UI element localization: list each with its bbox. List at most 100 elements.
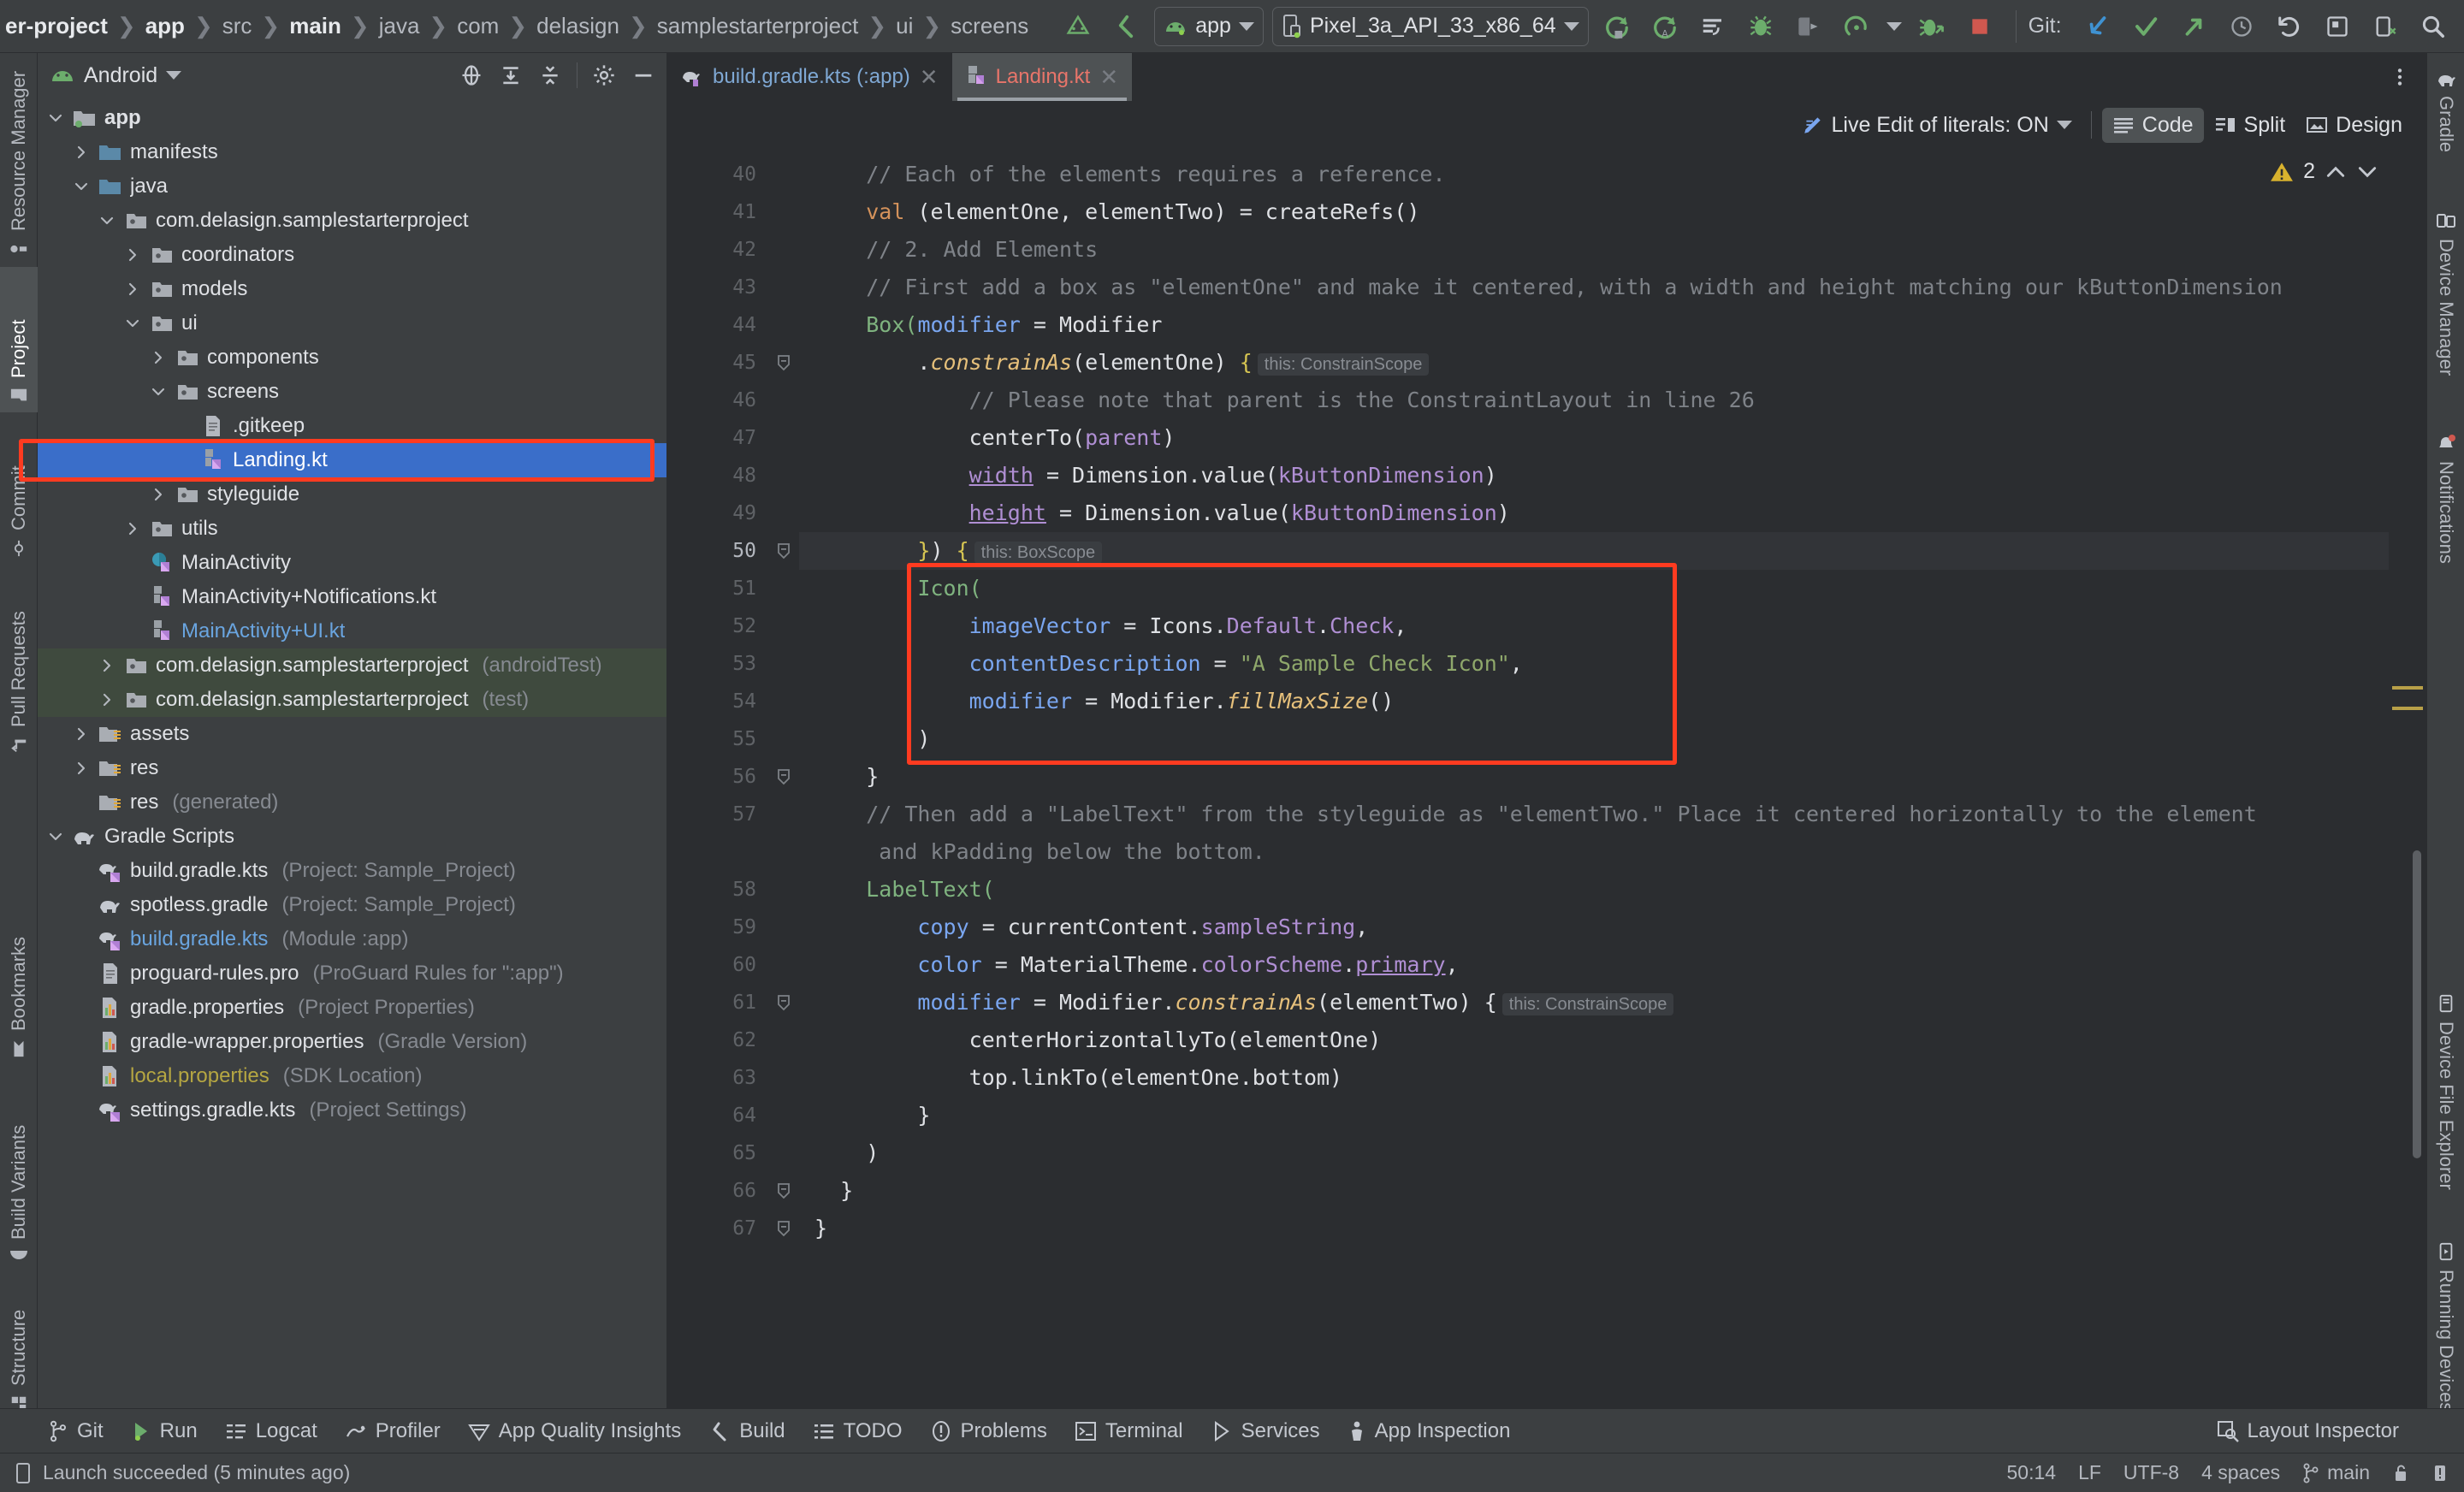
editor-scrollbar-thumb[interactable] bbox=[2413, 850, 2421, 1158]
tree-item[interactable]: gradle.properties (Project Properties) bbox=[38, 991, 666, 1025]
inspection-status-badge[interactable]: 2 bbox=[2270, 159, 2378, 184]
breadcrumb-item[interactable]: ui bbox=[896, 13, 913, 39]
git-push-icon[interactable] bbox=[2171, 4, 2216, 49]
code-fold-icon[interactable] bbox=[775, 994, 792, 1011]
code-line[interactable]: LabelText( bbox=[799, 871, 2426, 909]
search-icon[interactable] bbox=[2411, 4, 2455, 49]
chevron-right-icon[interactable] bbox=[98, 691, 116, 708]
chevron-right-icon[interactable] bbox=[149, 486, 168, 503]
tool-window-app-quality-insights[interactable]: App Quality Insights bbox=[454, 1409, 695, 1454]
debug-icon[interactable] bbox=[1738, 4, 1783, 49]
tree-item[interactable]: build.gradle.kts (Project: Sample_Project… bbox=[38, 854, 666, 888]
tree-item[interactable]: build.gradle.kts (Module :app) bbox=[38, 922, 666, 956]
tool-window-git[interactable]: Git bbox=[34, 1409, 117, 1454]
tree-item[interactable]: app bbox=[38, 101, 666, 135]
run-with-coverage-icon[interactable]: A bbox=[1643, 4, 1687, 49]
tool-window-terminal[interactable]: Terminal bbox=[1061, 1409, 1197, 1454]
sidebar-item-device-manager[interactable]: Device Manager bbox=[2427, 203, 2464, 425]
collapse-all-icon[interactable] bbox=[532, 57, 568, 93]
editor-tab-build-gradle[interactable]: build.gradle.kts (:app) ✕ bbox=[667, 53, 952, 101]
tree-item[interactable]: Gradle Scripts bbox=[38, 820, 666, 854]
code-line[interactable]: // Each of the elements requires a refer… bbox=[799, 156, 2426, 193]
code-line[interactable]: centerTo(parent) bbox=[799, 419, 2426, 457]
code-fold-icon[interactable] bbox=[775, 1220, 792, 1237]
sidebar-item-structure[interactable]: Structure bbox=[0, 1272, 38, 1422]
tree-item[interactable]: MainActivity+UI.kt bbox=[38, 614, 666, 648]
tool-window-layout-inspector[interactable]: Layout Inspector bbox=[2203, 1409, 2413, 1454]
chevron-down-icon[interactable] bbox=[1563, 21, 1579, 31]
tree-item[interactable]: com.delasign.samplestarterproject (androi… bbox=[38, 648, 666, 683]
breadcrumb-item[interactable]: samplestarterproject bbox=[657, 13, 859, 39]
tree-item[interactable]: .gitkeep bbox=[38, 409, 666, 443]
chevron-right-icon[interactable] bbox=[149, 349, 168, 366]
breadcrumb-item[interactable]: delasign bbox=[536, 13, 619, 39]
apply-changes-icon[interactable] bbox=[1691, 4, 1735, 49]
breadcrumb-item[interactable]: main bbox=[289, 13, 341, 39]
code-line[interactable]: height = Dimension.value(kButtonDimensio… bbox=[799, 494, 2426, 532]
code-line[interactable]: modifier = Modifier.constrainAs(elementT… bbox=[799, 984, 2426, 1021]
tool-window-services[interactable]: Services bbox=[1197, 1409, 1334, 1454]
code-line[interactable]: // First add a box as "elementOne" and m… bbox=[799, 269, 2426, 306]
chevron-down-icon[interactable] bbox=[1238, 21, 1254, 31]
tree-item[interactable]: MainActivity bbox=[38, 546, 666, 580]
sidebar-item-gradle[interactable]: Gradle bbox=[2427, 62, 2464, 203]
tree-item[interactable]: MainActivity+Notifications.kt bbox=[38, 580, 666, 614]
breadcrumb-item[interactable]: screens bbox=[951, 13, 1028, 39]
tab-code-view[interactable]: Code bbox=[2101, 107, 2204, 143]
tree-item[interactable]: models bbox=[38, 272, 666, 306]
chevron-down-icon[interactable] bbox=[149, 383, 168, 400]
breadcrumb-item[interactable]: java bbox=[379, 13, 420, 39]
tree-item[interactable]: coordinators bbox=[38, 238, 666, 272]
tree-item[interactable]: ui bbox=[38, 306, 666, 340]
sidebar-item-bookmarks[interactable]: Bookmarks bbox=[0, 887, 38, 1067]
chevron-down-icon[interactable] bbox=[72, 178, 91, 195]
tool-window-logcat[interactable]: Logcat bbox=[211, 1409, 331, 1454]
breadcrumb-item[interactable]: com bbox=[457, 13, 499, 39]
chevron-down-icon[interactable] bbox=[1882, 4, 1906, 49]
caret-position[interactable]: 50:14 bbox=[2007, 1461, 2057, 1484]
line-separator[interactable]: LF bbox=[2078, 1461, 2101, 1484]
chevron-down-icon[interactable] bbox=[123, 315, 142, 332]
attach-debugger-icon[interactable] bbox=[1786, 4, 1831, 49]
sidebar-item-notifications[interactable]: Notifications bbox=[2427, 425, 2464, 652]
tool-window-profiler[interactable]: Profiler bbox=[331, 1409, 454, 1454]
chevron-down-icon[interactable] bbox=[166, 71, 182, 80]
back-arrow-icon[interactable] bbox=[1104, 4, 1148, 49]
chevron-right-icon[interactable] bbox=[72, 725, 91, 743]
next-problem-icon[interactable] bbox=[2356, 163, 2378, 181]
code-line[interactable]: .constrainAs(elementOne) {this: Constrai… bbox=[799, 344, 2426, 382]
code-line[interactable]: top.linkTo(elementOne.bottom) bbox=[799, 1059, 2426, 1097]
chevron-right-icon[interactable] bbox=[72, 760, 91, 777]
code-line[interactable]: // 2. Add Elements bbox=[799, 231, 2426, 269]
breadcrumb-item[interactable]: app bbox=[145, 13, 185, 39]
tree-item[interactable]: proguard-rules.pro (ProGuard Rules for ":… bbox=[38, 956, 666, 991]
chevron-right-icon[interactable] bbox=[123, 520, 142, 537]
tree-item[interactable]: assets bbox=[38, 717, 666, 751]
tab-split-view[interactable]: Split bbox=[2204, 108, 2296, 143]
warning-marker[interactable] bbox=[2392, 707, 2423, 710]
code-line[interactable]: ) bbox=[799, 720, 2426, 758]
indent-setting[interactable]: 4 spaces bbox=[2201, 1461, 2280, 1484]
tree-item[interactable]: com.delasign.samplestarterproject bbox=[38, 204, 666, 238]
git-commit-icon[interactable] bbox=[2123, 4, 2168, 49]
editor-marker-gutter[interactable] bbox=[2389, 149, 2426, 1422]
code-line[interactable]: val (elementOne, elementTwo) = createRef… bbox=[799, 193, 2426, 231]
tree-item[interactable]: manifests bbox=[38, 135, 666, 169]
tree-item[interactable]: settings.gradle.kts (Project Settings) bbox=[38, 1093, 666, 1128]
sidebar-item-pull-requests[interactable]: Pull Requests bbox=[0, 566, 38, 763]
tool-window-run[interactable]: Run bbox=[117, 1409, 211, 1454]
run-icon[interactable] bbox=[1595, 4, 1639, 49]
code-line[interactable]: width = Dimension.value(kButtonDimension… bbox=[799, 457, 2426, 494]
sidebar-item-device-file-explorer[interactable]: Device File Explorer bbox=[2427, 986, 2464, 1234]
tree-item[interactable]: screens bbox=[38, 375, 666, 409]
profile-icon[interactable] bbox=[1834, 4, 1879, 49]
project-file-tree[interactable]: app manifests java com.delasign.samplestart… bbox=[38, 98, 666, 1422]
code-text[interactable]: // Each of the elements requires a refer… bbox=[799, 149, 2426, 1422]
menu-icon[interactable] bbox=[2459, 4, 2464, 49]
code-line[interactable]: } bbox=[799, 1097, 2426, 1134]
git-branch-widget[interactable]: main bbox=[2302, 1461, 2370, 1484]
device-explorer-icon[interactable] bbox=[2363, 4, 2408, 49]
tree-item[interactable]: res bbox=[38, 751, 666, 785]
code-line[interactable]: imageVector = Icons.Default.Check, bbox=[799, 607, 2426, 645]
code-line[interactable]: } bbox=[799, 758, 2426, 796]
